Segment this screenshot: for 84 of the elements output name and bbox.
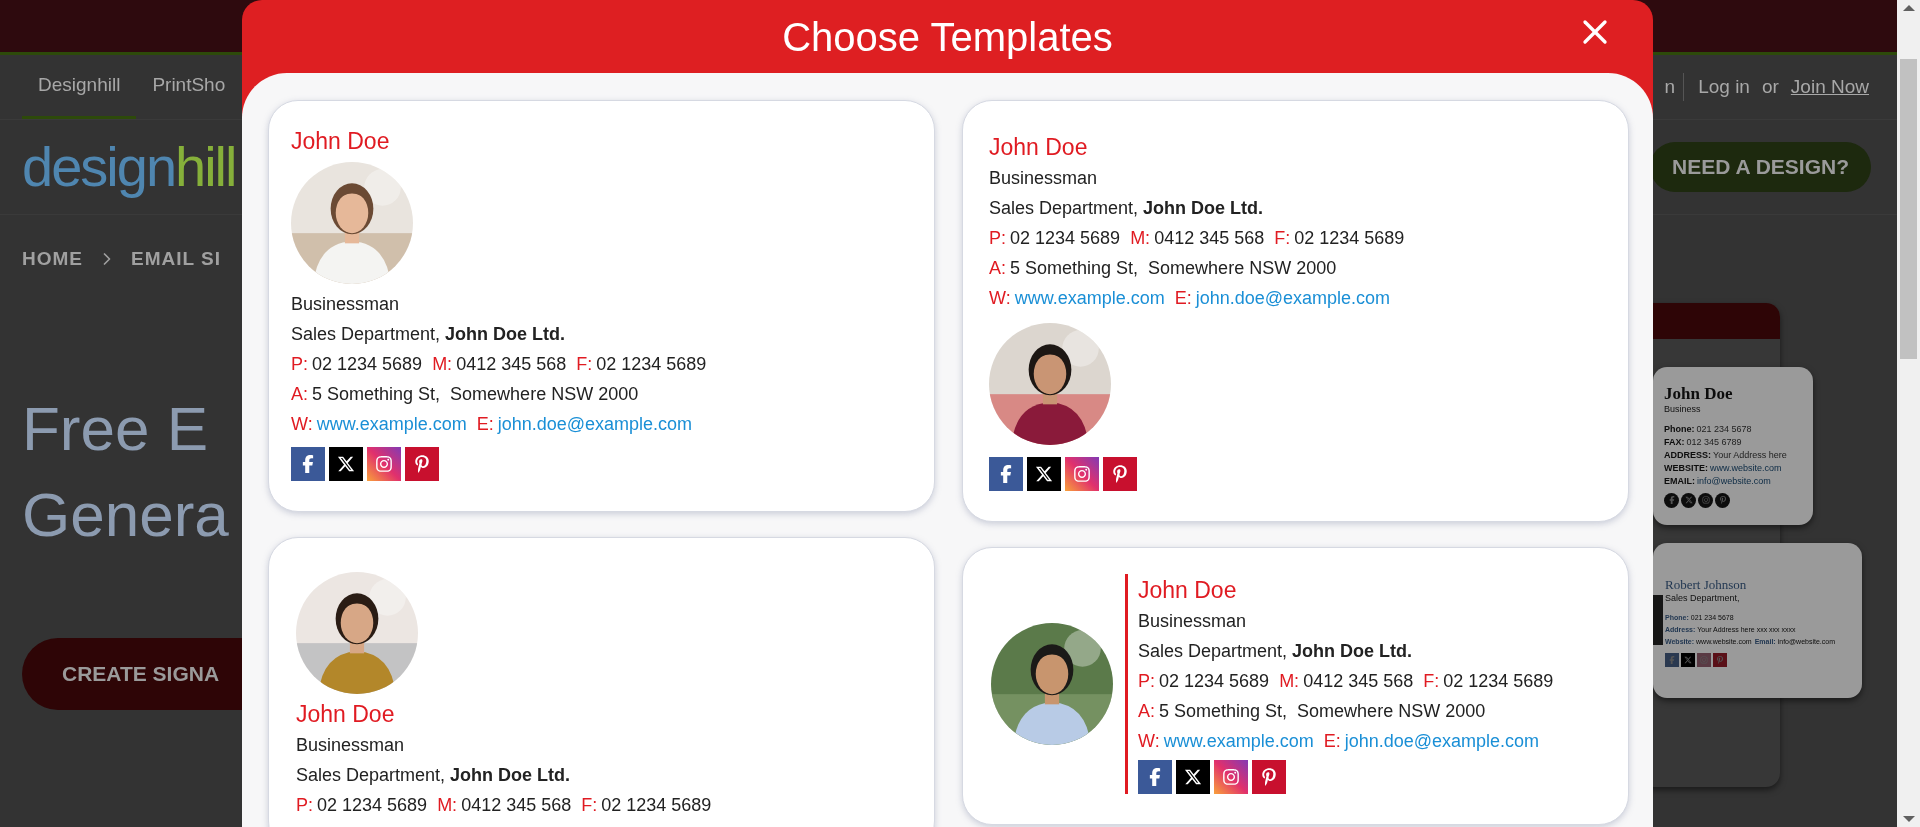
field-label: F: bbox=[576, 353, 593, 376]
field-label: M: bbox=[432, 353, 453, 376]
contact-link[interactable]: john.doe@example.com bbox=[1344, 726, 1540, 756]
sample-role: Business bbox=[1664, 403, 1702, 416]
sample-label: EMAIL: bbox=[1664, 474, 1695, 488]
field-value: 0412 345 568 bbox=[1303, 670, 1414, 693]
field-value: 02 1234 5689 bbox=[312, 353, 423, 376]
breadcrumb-link[interactable]: EMAIL SI bbox=[131, 245, 221, 274]
field-value: 02 1234 5689 bbox=[1443, 670, 1554, 693]
field-value: 02 1234 5689 bbox=[1010, 227, 1121, 250]
person-name: John Doe bbox=[296, 700, 396, 729]
person-name: John Doe bbox=[989, 133, 1089, 162]
person-name: John Doe bbox=[1138, 576, 1238, 605]
field-label: A: bbox=[1138, 700, 1155, 723]
field-value: 5 Something St, Somewhere NSW 2000 bbox=[1010, 257, 1337, 280]
field-value: 0412 345 568 bbox=[1154, 227, 1265, 250]
field-label: P: bbox=[1138, 670, 1155, 693]
sample-label: FAX: bbox=[1664, 435, 1685, 449]
field-label: P: bbox=[291, 353, 308, 376]
sample-label: Phone: bbox=[1664, 422, 1695, 436]
contact-link[interactable]: john.doe@example.com bbox=[497, 409, 693, 439]
field-label: E: bbox=[1323, 730, 1341, 753]
nav-link[interactable]: n bbox=[1664, 73, 1685, 101]
department-text: Sales Department, John Doe Ltd. bbox=[291, 323, 567, 346]
job-title: Businessman bbox=[296, 734, 406, 757]
sample-value: 012 345 6789 bbox=[1686, 435, 1742, 449]
field-value: 02 1234 5689 bbox=[601, 794, 712, 817]
field-label: A: bbox=[291, 383, 308, 406]
field-value: 02 1234 5689 bbox=[1294, 227, 1405, 250]
hero-heading: Free E bbox=[22, 392, 209, 465]
job-title: Businessman bbox=[989, 167, 1099, 190]
field-value: 02 1234 5689 bbox=[317, 794, 428, 817]
field-value: 5 Something St, Somewhere NSW 2000 bbox=[312, 383, 639, 406]
sample-name: John Doe bbox=[1664, 385, 1734, 403]
field-value: 02 1234 5689 bbox=[596, 353, 707, 376]
need-design-button[interactable]: NEED A DESIGN? bbox=[1650, 142, 1871, 192]
nav-tab[interactable]: PrintSho bbox=[136, 55, 242, 119]
field-label: F: bbox=[1423, 670, 1440, 693]
field-label: W: bbox=[1138, 730, 1160, 753]
field-label: M: bbox=[437, 794, 458, 817]
field-label: W: bbox=[989, 287, 1011, 310]
field-label: P: bbox=[296, 794, 313, 817]
field-label: F: bbox=[581, 794, 598, 817]
field-label: M: bbox=[1279, 670, 1300, 693]
template-card[interactable]: John Doe Businessman Sales Department, John Doe Ltd. P: 02 1234 5689 M: 0412 345 568 F: 02 1234 5689 A: 5 Something St, Somewhere NSW 2000 W: www.example.com E: john.doe@example.com bbox=[268, 100, 935, 512]
contact-link[interactable]: www.example.com bbox=[1163, 726, 1314, 756]
breadcrumb-link[interactable]: HOME bbox=[22, 245, 83, 274]
department-text: Sales Department, John Doe Ltd. bbox=[989, 197, 1265, 220]
department-text: Sales Department, John Doe Ltd. bbox=[296, 764, 572, 787]
sample-role: Sales Department, bbox=[1665, 592, 1741, 605]
template-card[interactable]: John Doe Businessman Sales Department, John Doe Ltd. P: 02 1234 5689 M: 0412 345 568 F: 02 1234 5689 bbox=[268, 537, 935, 827]
field-value: 5 Something St, Somewhere NSW 2000 bbox=[1159, 700, 1486, 723]
sample-name: Robert Johnson bbox=[1665, 578, 1748, 592]
field-label: A: bbox=[989, 257, 1006, 280]
field-label: F: bbox=[1274, 227, 1291, 250]
contact-link[interactable]: john.doe@example.com bbox=[1195, 283, 1391, 313]
contact-link[interactable]: www.example.com bbox=[1014, 283, 1165, 313]
sample-label: WEBSITE: bbox=[1664, 461, 1708, 475]
or-text: or bbox=[1761, 74, 1779, 99]
template-card[interactable]: John Doe Businessman Sales Department, John Doe Ltd. P: 02 1234 5689 M: 0412 345 568 F: 02 1234 5689 A: 5 Something St, Somewhere NSW 2000 W: www.example.com E: john.doe@example.com bbox=[962, 100, 1629, 522]
field-label: E: bbox=[1174, 287, 1192, 310]
template-card[interactable]: John Doe Businessman Sales Department, John Doe Ltd. P: 02 1234 5689 M: 0412 345 568 F: 02 1234 5689 A: 5 Something St, Somewhere NSW 2000 W: www.example.com E: john.doe@example.com bbox=[962, 547, 1629, 825]
sample-value: info@website.com bbox=[1697, 474, 1771, 488]
field-value: 0412 345 568 bbox=[456, 353, 567, 376]
nav-tab[interactable]: Designhill bbox=[22, 55, 137, 119]
hero-heading: Genera bbox=[22, 478, 229, 551]
job-title: Businessman bbox=[1138, 610, 1248, 633]
field-label: P: bbox=[989, 227, 1006, 250]
contact-link[interactable]: www.example.com bbox=[316, 409, 467, 439]
field-value: 02 1234 5689 bbox=[1159, 670, 1270, 693]
person-name: John Doe bbox=[291, 127, 391, 156]
sample-value: www.website.com bbox=[1710, 461, 1782, 475]
field-label: M: bbox=[1130, 227, 1151, 250]
login-link[interactable]: Log in bbox=[1698, 55, 1750, 119]
job-title: Businessman bbox=[291, 293, 401, 316]
sample-value: 021 234 5678 bbox=[1696, 422, 1752, 436]
dialog-title: Choose Templates bbox=[782, 13, 1113, 61]
field-label: W: bbox=[291, 413, 313, 436]
field-value: 0412 345 568 bbox=[461, 794, 572, 817]
field-label: E: bbox=[476, 413, 494, 436]
sample-value: Your Address here bbox=[1713, 448, 1787, 462]
department-text: Sales Department, John Doe Ltd. bbox=[1138, 640, 1414, 663]
sample-label: ADDRESS: bbox=[1664, 448, 1711, 462]
join-link[interactable]: Join Now bbox=[1790, 55, 1869, 119]
